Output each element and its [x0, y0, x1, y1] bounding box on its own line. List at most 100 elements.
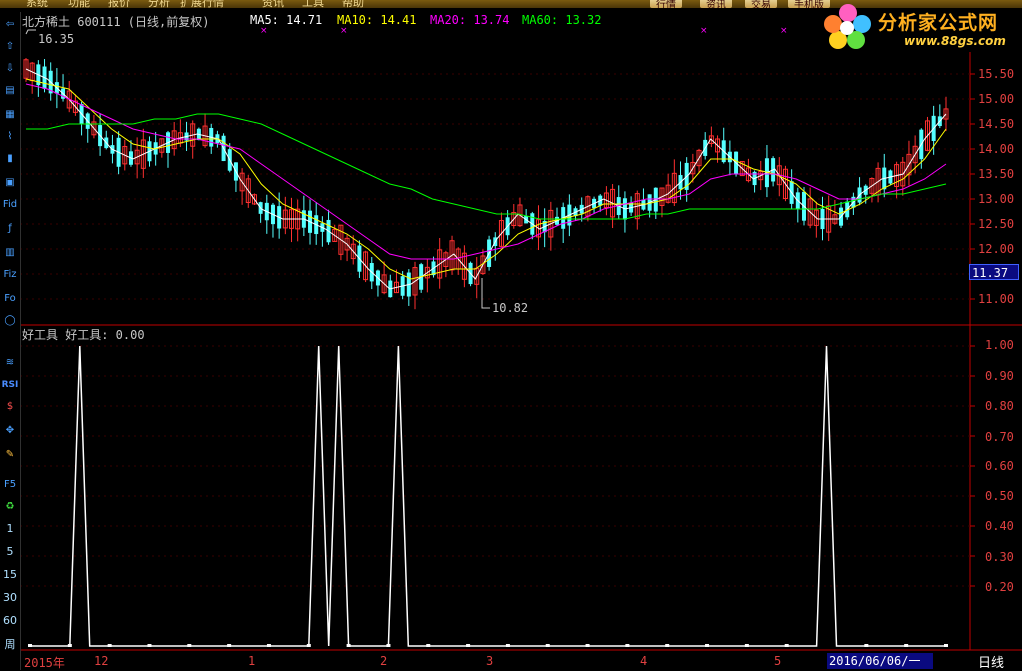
event-marker: × [260, 26, 268, 36]
ma-line-ma5 [25, 68, 947, 290]
price-tick: 13.50 [978, 167, 1015, 181]
kline-chart[interactable]: × × × × [0, 0, 1022, 670]
pencil-icon[interactable]: ✎ [1, 446, 19, 464]
wave-icon[interactable]: ≋ [1, 354, 19, 372]
indicator-point [306, 644, 311, 647]
ma-line-ma20 [25, 83, 947, 260]
period-15min[interactable]: 15 [1, 566, 19, 584]
period-1min[interactable]: 1 [1, 520, 19, 538]
quote-button[interactable]: 行情 [650, 0, 682, 8]
period-label[interactable]: 日线 [978, 652, 1004, 671]
period-60min[interactable]: 60 [1, 612, 19, 630]
event-marker: × [700, 26, 708, 36]
indicator-point [904, 644, 909, 647]
price-tick: 15.50 [978, 67, 1015, 81]
indicator-point [545, 644, 550, 647]
time-tick: 2015年 [24, 656, 65, 670]
indicator-tick: 0.60 [985, 459, 1014, 473]
indicator-tick: 0.30 [985, 550, 1014, 564]
ma20-label: MA20: 13.74 [430, 13, 510, 27]
indicator-point [625, 644, 630, 647]
flower-logo-icon [824, 4, 871, 49]
indicator-point [227, 644, 232, 647]
menu-extended-quote[interactable]: 扩展行情 [180, 0, 224, 8]
indicator-tick: 0.20 [985, 580, 1014, 594]
formula-icon[interactable]: ƒ [1, 220, 19, 238]
price-tick: 12.00 [978, 242, 1015, 256]
indicator-point [67, 644, 72, 647]
move-icon[interactable]: ✥ [1, 422, 19, 440]
indicator-point [864, 644, 869, 647]
indicator-point [705, 644, 710, 647]
indicator-point [386, 644, 391, 647]
menu-system[interactable]: 系统 [26, 0, 48, 8]
arrow-up-icon[interactable]: ⇧ [1, 38, 19, 56]
table-icon[interactable]: ▥ [1, 244, 19, 262]
price-gridlines [20, 73, 970, 300]
left-toolbar: ⇦ ⇧ ⇩ ▤ ▦ ⌇ ▮ ▣ Fid ƒ ▥ Fiz Fo ◯ ≋ RSI $… [0, 12, 21, 670]
menu-help[interactable]: 帮助 [342, 0, 364, 8]
logo-brand-text: 分析家公式网 [878, 12, 999, 34]
candlesticks [23, 58, 949, 310]
price-tick: 14.00 [978, 142, 1015, 156]
time-tick: 5 [774, 654, 782, 668]
time-tick: 12 [94, 654, 109, 668]
ma60-label: MA60: 13.32 [522, 13, 602, 27]
indicator-point [505, 644, 510, 647]
axis-ticks [970, 73, 975, 587]
period-30min[interactable]: 30 [1, 589, 19, 607]
time-tick: 3 [486, 654, 494, 668]
current-price-tag: 11.37 [969, 264, 1019, 280]
price-markers: × × × × [25, 26, 788, 309]
period-week[interactable]: 周 [1, 636, 19, 654]
arrow-left-icon[interactable]: ⇦ [1, 16, 19, 34]
price-tick: 15.00 [978, 92, 1015, 106]
indicator-tick: 0.50 [985, 489, 1014, 503]
circle-icon[interactable]: ◯ [1, 312, 19, 330]
menu-tools[interactable]: 工具 [302, 0, 324, 8]
ma10-label: MA10: 14.41 [337, 13, 417, 27]
indicator-point [107, 644, 112, 647]
indicator-tick: 0.40 [985, 519, 1014, 533]
indicator-point [346, 644, 351, 647]
price-tick: 12.50 [978, 217, 1015, 231]
window-icon[interactable]: ▣ [1, 174, 19, 192]
time-tick: 4 [640, 654, 648, 668]
low-price-marker: 10.82 [492, 301, 529, 315]
candle-chart-icon[interactable]: ▮ [1, 150, 19, 168]
period-5min[interactable]: 5 [1, 543, 19, 561]
indicator-point [585, 644, 590, 647]
site-logo: 分析家公式网 www.88gs.com [820, 0, 1022, 52]
indicator-title: 好工具 好工具: 0.00 [22, 328, 145, 342]
grid-icon[interactable]: ▦ [1, 106, 19, 124]
low-marker-line [481, 278, 490, 309]
menu-quote[interactable]: 报价 [108, 0, 130, 8]
indicator-point [944, 644, 948, 647]
logo-url-text: www.88gs.com [904, 34, 1006, 48]
refresh-icon[interactable]: ♻ [1, 498, 19, 516]
menu-function[interactable]: 功能 [68, 0, 90, 8]
rsi-icon[interactable]: RSI [1, 376, 19, 394]
fo-icon[interactable]: Fo [1, 290, 19, 308]
dollar-icon[interactable]: $ [1, 398, 19, 416]
high-marker-line [25, 29, 36, 35]
news-button[interactable]: 资讯 [700, 0, 732, 8]
time-tick: 1 [248, 654, 256, 668]
high-price-marker: 16.35 [38, 32, 75, 46]
indicator-point [266, 644, 271, 647]
menu-analysis[interactable]: 分析 [148, 0, 170, 8]
trade-button[interactable]: 交易 [745, 0, 777, 8]
indicator-point [147, 644, 152, 647]
fid-icon[interactable]: Fid [1, 196, 19, 214]
fiz-icon[interactable]: Fiz [1, 266, 19, 284]
price-tick: 14.50 [978, 117, 1015, 131]
indicator-point [28, 644, 32, 647]
price-tick: 11.00 [978, 292, 1015, 306]
menu-news[interactable]: 资讯 [262, 0, 284, 8]
document-icon[interactable]: ▤ [1, 82, 19, 100]
indicator-point [665, 644, 670, 647]
arrow-down-icon[interactable]: ⇩ [1, 60, 19, 78]
line-chart-icon[interactable]: ⌇ [1, 128, 19, 146]
indicator-point [744, 644, 749, 647]
f5-icon[interactable]: F5 [1, 476, 19, 494]
